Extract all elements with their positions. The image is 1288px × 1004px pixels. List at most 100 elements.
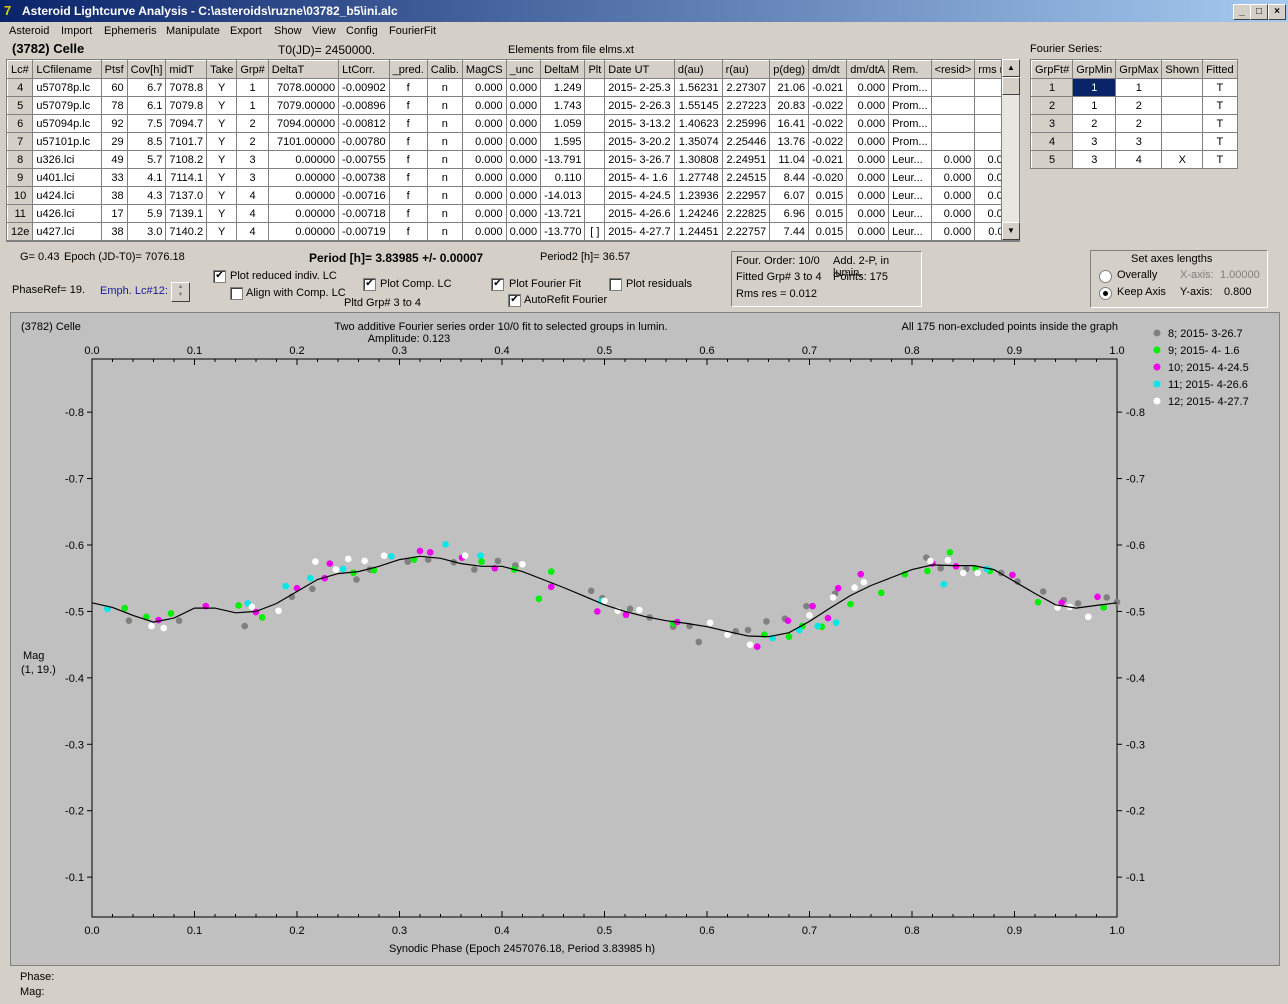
lc-table-cell[interactable]: -13.791: [540, 150, 586, 169]
lc-table-cell[interactable]: f: [388, 150, 428, 169]
lc-table-cell[interactable]: n: [426, 96, 463, 115]
lc-table-cell[interactable]: 13.76: [769, 132, 810, 151]
lc-table-cell[interactable]: 8.44: [769, 168, 810, 187]
lc-table-cell[interactable]: Leur...: [888, 150, 932, 169]
lc-table-cell[interactable]: 0.000: [461, 132, 507, 151]
fourier-table-cell[interactable]: T: [1202, 132, 1237, 151]
lc-table-cell[interactable]: 33: [100, 168, 128, 187]
lightcurve-plot[interactable]: (3782) Celle Two additive Fourier series…: [10, 312, 1280, 966]
lc-table-cell[interactable]: 2015- 3-20.2: [604, 132, 675, 151]
plot-residuals-checkbox[interactable]: [609, 278, 622, 291]
lc-row-header[interactable]: 7: [7, 132, 34, 151]
fourier-column-header[interactable]: GrpMin: [1072, 60, 1117, 79]
menu-config[interactable]: Config: [346, 25, 378, 37]
lc-table-cell[interactable]: n: [426, 186, 463, 205]
fourier-table-row[interactable]: 212 T: [1031, 96, 1237, 115]
lc-column-header[interactable]: dm/dt: [808, 60, 848, 79]
lc-table-cell[interactable]: f: [388, 204, 428, 223]
fourier-table-row[interactable]: 111T: [1031, 78, 1237, 97]
lc-table-cell[interactable]: 0.000: [505, 132, 542, 151]
lc-table-cell[interactable]: 0.000: [461, 96, 507, 115]
lc-table-cell[interactable]: 5.9: [126, 204, 167, 223]
lc-table-cell[interactable]: -0.00812: [338, 114, 390, 133]
lc-table-cell[interactable]: 4: [236, 186, 269, 205]
lc-table-cell[interactable]: 1.23936: [673, 186, 723, 205]
lc-table-row[interactable]: 9 u401.lci 33 4.1 7114.1 Y 3 0.00000 -0.00738 f n 0…: [7, 168, 1019, 187]
lc-table-cell[interactable]: 0.000: [505, 114, 542, 133]
lc-table-cell[interactable]: 2.22957: [721, 186, 771, 205]
lc-table-cell[interactable]: 1.24451: [673, 222, 723, 241]
fourier-table-cell[interactable]: T: [1202, 96, 1237, 115]
lc-column-header[interactable]: LCfilename: [32, 60, 102, 79]
lc-table-cell[interactable]: [584, 96, 606, 115]
lc-table-cell[interactable]: 7078.8: [165, 78, 208, 97]
lc-row-header[interactable]: 9: [7, 168, 34, 187]
menu-asteroid[interactable]: Asteroid: [9, 25, 49, 37]
lc-table-cell[interactable]: 0.000: [461, 168, 507, 187]
lc-table-cell[interactable]: 1.595: [540, 132, 586, 151]
lc-table-cell[interactable]: 0.000: [846, 114, 890, 133]
lc-table-cell[interactable]: 38: [100, 186, 128, 205]
lc-table-cell[interactable]: 4: [236, 204, 269, 223]
lc-table-cell[interactable]: [584, 186, 606, 205]
lc-table-cell[interactable]: 7101.00000: [267, 132, 340, 151]
keep-axis-radio[interactable]: [1099, 287, 1112, 300]
lc-table-cell[interactable]: [930, 132, 976, 151]
lc-table-cell[interactable]: 11.04: [769, 150, 810, 169]
lc-table-cell[interactable]: 0.000: [930, 222, 976, 241]
fourier-table-cell[interactable]: [1161, 132, 1204, 151]
lc-table-row[interactable]: 5 u57079p.lc 78 6.1 7079.8 Y 1 7079.00000 -0.008…: [7, 96, 1019, 115]
lc-table-cell[interactable]: 38: [100, 222, 128, 241]
lc-table-cell[interactable]: 0.000: [846, 78, 890, 97]
lc-table-cell[interactable]: -0.022: [808, 132, 848, 151]
lc-table-cell[interactable]: f: [388, 78, 428, 97]
fourier-table-cell[interactable]: 3: [1072, 132, 1117, 151]
x-axis-value[interactable]: 1.00000: [1220, 269, 1260, 281]
scroll-thumb[interactable]: [1002, 77, 1020, 95]
fourier-row-header[interactable]: 3: [1031, 114, 1074, 133]
lc-table-cell[interactable]: 0.000: [505, 222, 542, 241]
lc-column-header[interactable]: _unc: [505, 60, 542, 79]
lc-row-header[interactable]: 8: [7, 150, 34, 169]
lc-table-cell[interactable]: -0.00780: [338, 132, 390, 151]
lc-table-cell[interactable]: -13.770: [540, 222, 586, 241]
lc-table-cell[interactable]: 0.000: [846, 204, 890, 223]
lc-table-cell[interactable]: 2.25996: [721, 114, 771, 133]
fourier-table-cell[interactable]: 1: [1072, 96, 1117, 115]
lc-table-cell[interactable]: n: [426, 222, 463, 241]
lc-table-cell[interactable]: 7.5: [126, 114, 167, 133]
lc-table-cell[interactable]: u424.lci: [32, 186, 102, 205]
lc-table-cell[interactable]: 7101.7: [165, 132, 208, 151]
lc-table-cell[interactable]: Y: [206, 186, 238, 205]
lc-row-header[interactable]: 12e: [7, 222, 34, 241]
lc-table-cell[interactable]: 4.3: [126, 186, 167, 205]
lc-table-cell[interactable]: 3.0: [126, 222, 167, 241]
lc-table-cell[interactable]: 0.000: [846, 186, 890, 205]
lc-table-cell[interactable]: [584, 132, 606, 151]
lc-column-header[interactable]: Ptsf: [100, 60, 128, 79]
lc-table-cell[interactable]: 0.015: [808, 222, 848, 241]
lc-table-cell[interactable]: 0.015: [808, 186, 848, 205]
y-axis-value[interactable]: 0.800: [1224, 286, 1252, 298]
lc-table-cell[interactable]: f: [388, 186, 428, 205]
lc-table-cell[interactable]: Y: [206, 132, 238, 151]
lc-table-cell[interactable]: 1.27748: [673, 168, 723, 187]
lc-table-cell[interactable]: 0.110: [540, 168, 586, 187]
lc-table-cell[interactable]: 2015- 3-26.7: [604, 150, 675, 169]
lc-table-cell[interactable]: -0.00896: [338, 96, 390, 115]
lc-table-cell[interactable]: 0.000: [461, 222, 507, 241]
lc-table-cell[interactable]: [ ]: [584, 222, 606, 241]
lc-table-cell[interactable]: 2.25446: [721, 132, 771, 151]
lc-column-header[interactable]: midT: [165, 60, 208, 79]
lc-table-cell[interactable]: 2: [236, 132, 269, 151]
fourier-table-row[interactable]: 534XT: [1031, 150, 1237, 168]
fourier-table-cell[interactable]: [1161, 114, 1204, 133]
lc-table-cell[interactable]: 0.000: [461, 114, 507, 133]
lc-table-cell[interactable]: 7139.1: [165, 204, 208, 223]
lc-table-cell[interactable]: 1.249: [540, 78, 586, 97]
lc-table-cell[interactable]: u427.lci: [32, 222, 102, 241]
align-comp-checkbox[interactable]: [230, 287, 243, 300]
lc-column-header[interactable]: Grp#: [236, 60, 269, 79]
lc-table-cell[interactable]: 2.27223: [721, 96, 771, 115]
close-button[interactable]: ×: [1268, 4, 1286, 20]
